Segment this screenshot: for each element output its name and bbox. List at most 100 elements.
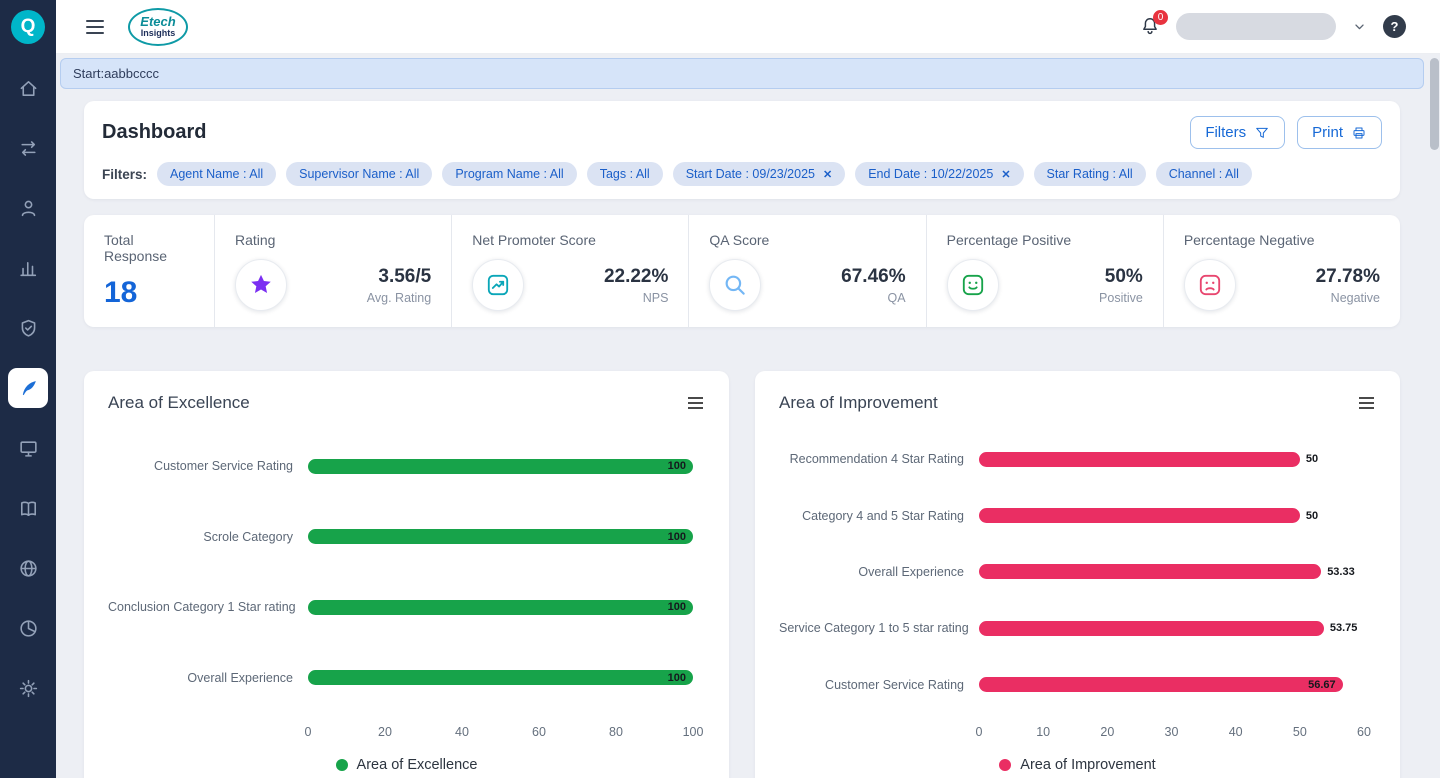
- chevron-down-icon[interactable]: [1349, 16, 1370, 37]
- filter-pill[interactable]: Start Date : 09/23/2025✕: [673, 162, 845, 186]
- bar-row: Category 4 and 5 Star Rating50: [779, 508, 1376, 523]
- stats-card: Total Response18Rating3.56/5Avg. RatingN…: [84, 215, 1400, 327]
- chart-legend[interactable]: Area of Improvement: [779, 757, 1376, 773]
- sidebar-item-survey-pen[interactable]: [8, 368, 48, 408]
- dashboard-header-card: Dashboard Filters Print Filters:: [84, 101, 1400, 199]
- bar-value: 53.75: [1330, 622, 1358, 634]
- bar: 100: [308, 459, 693, 474]
- help-icon[interactable]: ?: [1383, 15, 1406, 38]
- print-button[interactable]: Print: [1297, 116, 1382, 149]
- filters-button[interactable]: Filters: [1190, 116, 1285, 149]
- brand-logo: Etech Insights: [128, 8, 188, 46]
- axis-tick-label: 60: [1357, 725, 1371, 739]
- stat-sublabel: Negative: [1316, 291, 1380, 305]
- sidebar-item-home[interactable]: [8, 68, 48, 108]
- axis-tick-label: 100: [683, 725, 704, 739]
- user-menu-placeholder[interactable]: [1176, 13, 1336, 40]
- bar-row: Overall Experience100: [108, 670, 705, 685]
- filters-row: Filters: Agent Name : All Supervisor Name…: [102, 162, 1382, 186]
- sidebar-item-user[interactable]: [8, 188, 48, 228]
- bar-value: 100: [668, 531, 686, 543]
- sidebar-item-monitor[interactable]: [8, 428, 48, 468]
- stat-body: 27.78% Negative: [1184, 259, 1380, 311]
- sidebar-item-pie-chart[interactable]: [8, 608, 48, 648]
- survey-pen-icon: [18, 378, 39, 399]
- stat-value: 22.22%: [604, 266, 668, 288]
- page-content: Dashboard Filters Print Filters:: [56, 89, 1440, 778]
- sidebar-item-transfer[interactable]: [8, 128, 48, 168]
- stat-body: 67.46%QA: [709, 259, 905, 311]
- chart-legend[interactable]: Area of Excellence: [108, 757, 705, 773]
- filter-pill[interactable]: Supervisor Name : All: [286, 162, 432, 186]
- sidebar-item-book[interactable]: [8, 488, 48, 528]
- stat-sublabel: QA: [841, 291, 905, 305]
- bar-value: 50: [1306, 510, 1318, 522]
- bar-row: Conclusion Category 1 Star rating100: [108, 600, 705, 615]
- stat-title: QA Score: [709, 232, 905, 248]
- bar-value: 100: [668, 460, 686, 472]
- axis-tick-label: 20: [378, 725, 392, 739]
- filter-pill[interactable]: Star Rating : All: [1034, 162, 1146, 186]
- bar-category-label: Customer Service Rating: [779, 678, 979, 692]
- gauge-icon: [472, 259, 524, 311]
- bar-category-label: Recommendation 4 Star Rating: [779, 452, 979, 466]
- filter-pill-label: Supervisor Name : All: [299, 167, 419, 181]
- filter-pill[interactable]: Tags : All: [587, 162, 663, 186]
- axis-tick-label: 40: [1229, 725, 1243, 739]
- close-icon[interactable]: ✕: [1001, 168, 1010, 181]
- filters-label: Filters:: [102, 167, 147, 182]
- print-button-label: Print: [1312, 124, 1343, 141]
- axis-tick-label: 60: [532, 725, 546, 739]
- filter-pill[interactable]: Channel : All: [1156, 162, 1252, 186]
- sidebar-item-settings[interactable]: [8, 668, 48, 708]
- bar-track: 56.67: [979, 677, 1364, 692]
- dashboard-title-row: Dashboard Filters Print: [102, 116, 1382, 149]
- bar-row: Service Category 1 to 5 star rating53.75: [779, 621, 1376, 636]
- transfer-icon: [18, 138, 39, 159]
- sad-icon: [1184, 259, 1236, 311]
- menu-toggle-icon[interactable]: [82, 16, 108, 38]
- stat-body: 3.56/5Avg. Rating: [235, 259, 431, 311]
- stat-total-response: Total Response18: [84, 215, 214, 327]
- bar: [979, 452, 1300, 467]
- stat-value: 27.78%: [1316, 266, 1380, 288]
- sidebar-item-globe[interactable]: [8, 548, 48, 588]
- chart-plot: Customer Service Rating100Scrole Categor…: [108, 431, 705, 713]
- filter-pill[interactable]: End Date : 10/22/2025 ✕: [855, 162, 1023, 186]
- chart-context-menu-icon[interactable]: [686, 393, 705, 413]
- stat-sublabel: Positive: [1099, 291, 1143, 305]
- stat-sublabel: Avg. Rating: [367, 291, 431, 305]
- bar-value: 50: [1306, 453, 1318, 465]
- legend-label: Area of Excellence: [357, 757, 478, 773]
- bar-track: 50: [979, 508, 1364, 523]
- app-logo[interactable]: Q: [11, 10, 45, 44]
- chart-context-menu-icon[interactable]: [1357, 393, 1376, 413]
- filter-pill[interactable]: Agent Name : All: [157, 162, 276, 186]
- sidebar-item-shield[interactable]: [8, 308, 48, 348]
- sidebar-item-bar-chart[interactable]: [8, 248, 48, 288]
- settings-icon: [18, 678, 39, 699]
- scrollbar-track[interactable]: [1430, 56, 1439, 776]
- scrollbar-thumb[interactable]: [1430, 58, 1439, 150]
- close-icon[interactable]: ✕: [823, 168, 832, 181]
- bar-category-label: Conclusion Category 1 Star rating: [108, 600, 308, 614]
- chart-title: Area of Excellence: [108, 393, 250, 413]
- axis-tick-label: 30: [1165, 725, 1179, 739]
- user-icon: [18, 198, 39, 219]
- axis-tick-label: 20: [1100, 725, 1114, 739]
- brand-subname: Insights: [141, 29, 176, 38]
- stat-value: 50%: [1099, 266, 1143, 288]
- area-of-improvement-card: Area of Improvement Recommendation 4 Sta…: [755, 371, 1400, 778]
- legend-dot-icon: [336, 759, 348, 771]
- stat-body: 50% Positive: [947, 259, 1143, 311]
- filters-button-label: Filters: [1205, 124, 1246, 141]
- bar-track: 100: [308, 459, 693, 474]
- stat-title: Net Promoter Score: [472, 232, 668, 248]
- bar-category-label: Scrole Category: [108, 530, 308, 544]
- sidebar-nav: [8, 58, 48, 718]
- filter-pill-label: End Date : 10/22/2025: [868, 167, 993, 181]
- filter-pill[interactable]: Program Name : All: [442, 162, 576, 186]
- notifications-bell-icon[interactable]: 0: [1137, 14, 1163, 40]
- chart-header: Area of Excellence: [108, 393, 705, 413]
- stat-sublabel: NPS: [604, 291, 668, 305]
